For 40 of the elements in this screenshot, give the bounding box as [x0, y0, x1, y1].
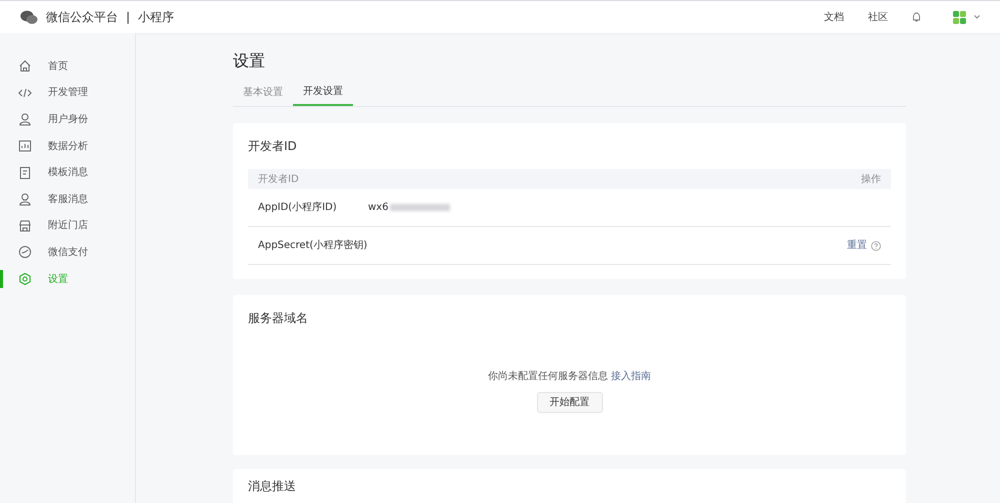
nav-icon [18, 59, 32, 74]
tab[interactable]: 开发设置 [293, 81, 353, 106]
chat-bubbles-icon [20, 10, 38, 24]
column-header: 开发者ID [258, 172, 299, 186]
bell-icon[interactable] [912, 12, 921, 22]
product-name: 小程序 [138, 9, 174, 26]
sidebar-item[interactable]: 客服消息 [0, 186, 135, 213]
header-link[interactable]: 社区 [868, 10, 888, 24]
card-title: 消息推送 [248, 478, 297, 495]
card-title: 开发者ID [248, 138, 298, 155]
nav-icon [18, 112, 32, 126]
sidebar-item[interactable]: 用户身份 [0, 106, 135, 133]
row-label: AppID(小程序ID) [258, 200, 338, 215]
app-id-value: wx6 [368, 201, 388, 215]
sidebar-item[interactable]: 开发管理 [0, 80, 135, 106]
sidebar-item[interactable]: 微信支付 [0, 239, 135, 266]
app-grid-icon[interactable] [953, 10, 966, 24]
guide-link[interactable]: 接入指南 [611, 371, 652, 382]
card-title: 服务器域名 [248, 310, 309, 327]
sidebar-item[interactable]: 附近门店 [0, 212, 135, 240]
start-config-button[interactable]: 开始配置 [536, 392, 602, 413]
sidebar-item[interactable]: 模板消息 [0, 159, 135, 186]
sidebar-item[interactable]: 首页 [0, 53, 135, 80]
page-title: 设置 [233, 50, 266, 72]
nav-icon [18, 218, 32, 233]
title-separator: | [126, 9, 130, 26]
empty-message: 你尚未配置任何服务器信息 接入指南 [488, 370, 652, 384]
row-label: AppSecret(小程序密钥) [258, 238, 368, 253]
nav-icon [18, 166, 32, 180]
reset-link[interactable]: 重置 [847, 238, 867, 253]
column-header: 操作 [861, 172, 881, 186]
nav-icon [18, 245, 32, 260]
sidebar-item[interactable]: 数据分析 [0, 132, 135, 160]
help-icon[interactable] [871, 240, 881, 250]
header-link[interactable]: 文档 [824, 10, 844, 24]
nav-icon [18, 192, 32, 206]
nav-icon [18, 272, 32, 286]
caret-icon[interactable] [974, 15, 980, 19]
brand-name[interactable]: 微信公众平台 [46, 8, 118, 26]
nav-icon [18, 139, 32, 154]
